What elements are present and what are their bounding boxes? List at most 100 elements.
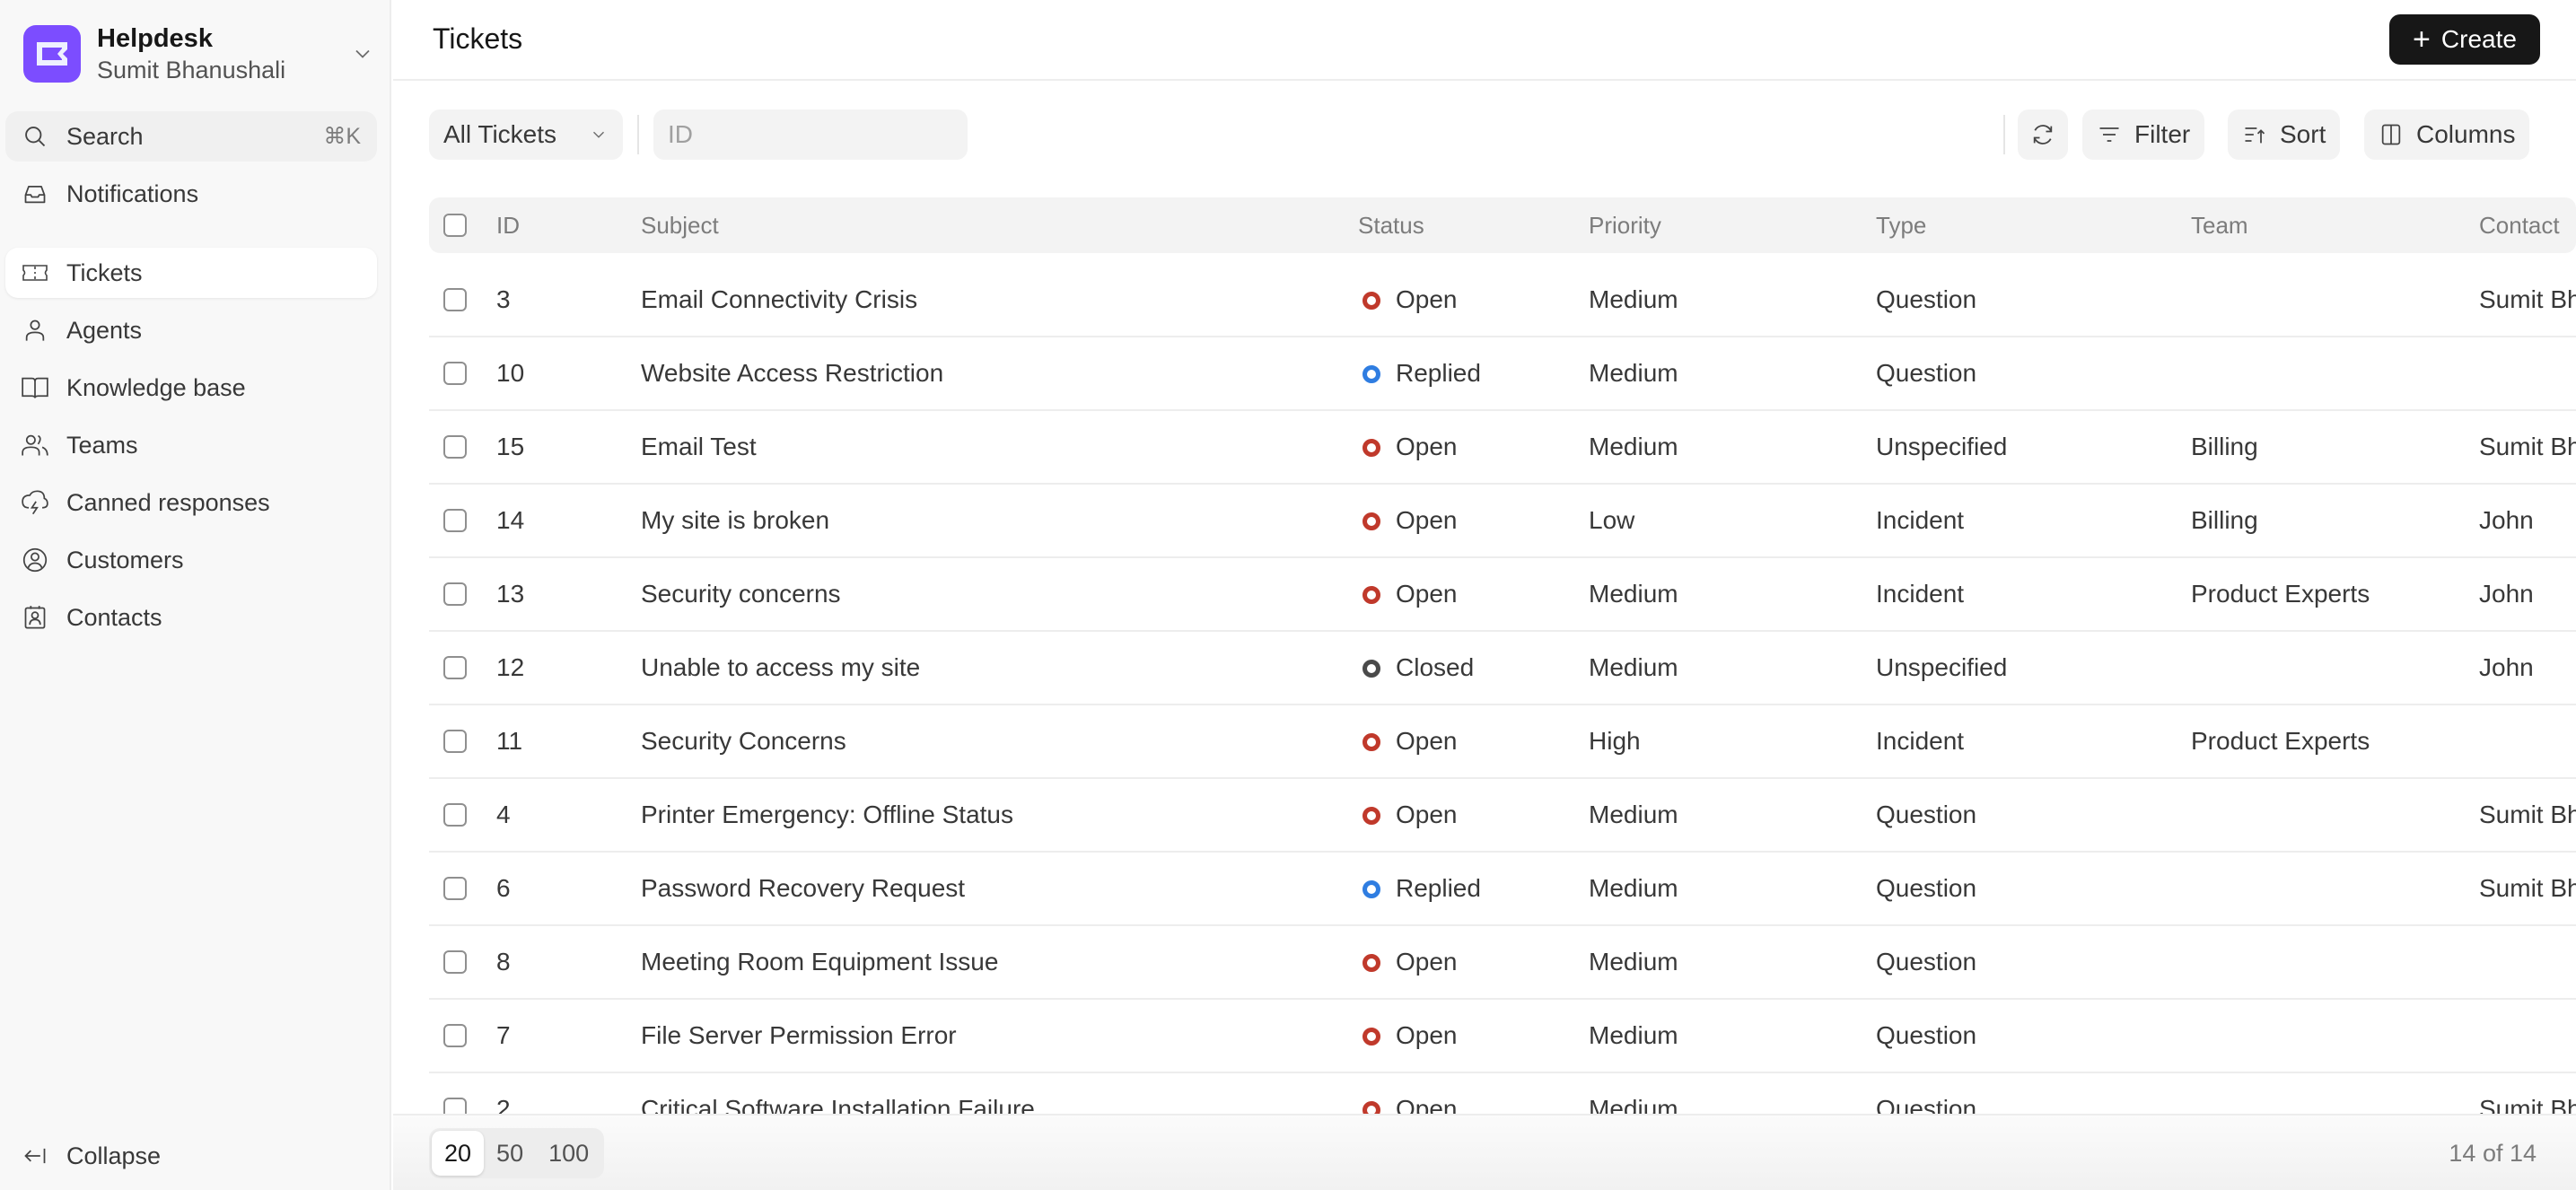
ticket-subject: Website Access Restriction xyxy=(641,359,944,387)
search-label: Search xyxy=(66,122,144,150)
main-content: Tickets + Create All Tickets Filter xyxy=(393,0,2576,1190)
row-checkbox[interactable] xyxy=(443,877,467,900)
ticket-icon xyxy=(22,259,48,286)
table-row[interactable]: 6 Password Recovery Request Replied Medium Q… xyxy=(429,853,2576,926)
ticket-id: 11 xyxy=(496,727,523,755)
select-all-checkbox[interactable] xyxy=(443,214,467,237)
status-indicator-icon xyxy=(1362,954,1380,972)
collapse-sidebar-button[interactable]: Collapse xyxy=(5,1131,377,1181)
ticket-status: Open xyxy=(1396,801,1458,828)
ticket-team: Billing xyxy=(2191,506,2258,534)
ticket-team: Product Experts xyxy=(2191,727,2370,755)
sidebar-item-tickets[interactable]: Tickets xyxy=(5,248,377,298)
row-checkbox[interactable] xyxy=(443,509,467,532)
row-checkbox[interactable] xyxy=(443,656,467,679)
row-checkbox[interactable] xyxy=(443,1098,467,1114)
ticket-subject: File Server Permission Error xyxy=(641,1021,957,1049)
row-checkbox[interactable] xyxy=(443,950,467,974)
view-select[interactable]: All Tickets xyxy=(429,109,623,160)
sidebar-item-canned-responses[interactable]: Canned responses xyxy=(5,477,377,528)
sidebar-item-notifications[interactable]: Notifications xyxy=(5,169,377,219)
table-row[interactable]: 15 Email Test Open Medium Unspecified Billing… xyxy=(429,411,2576,485)
ticket-id: 13 xyxy=(496,580,525,608)
table-row[interactable]: 12 Unable to access my site Closed Medium Un… xyxy=(429,632,2576,705)
status-indicator-icon xyxy=(1362,880,1380,898)
ticket-subject: Printer Emergency: Offline Status xyxy=(641,801,1013,828)
knowledge-base-label: Knowledge base xyxy=(66,373,246,401)
column-header-id[interactable]: ID xyxy=(496,197,520,253)
sidebar-item-customers[interactable]: Customers xyxy=(5,535,377,585)
row-checkbox[interactable] xyxy=(443,435,467,459)
sidebar-item-knowledge-base[interactable]: Knowledge base xyxy=(5,363,377,413)
table-row[interactable]: 2 Critical Software Installation Failure O… xyxy=(429,1073,2576,1114)
table-row[interactable]: 4 Printer Emergency: Offline Status Open Me… xyxy=(429,779,2576,853)
ticket-status: Open xyxy=(1396,433,1458,460)
table-row[interactable]: 7 File Server Permission Error Open Medium Q… xyxy=(429,1000,2576,1073)
table-body: 3 Email Connectivity Crisis Open Medium Ques… xyxy=(429,264,2576,1114)
ticket-type: Question xyxy=(1876,359,1977,387)
workspace-switcher[interactable]: Helpdesk Sumit Bhanushali xyxy=(23,24,375,83)
columns-button[interactable]: Columns xyxy=(2364,109,2530,160)
ticket-id: 10 xyxy=(496,359,525,387)
table-header: ID Subject Status Priority Type Team Con… xyxy=(429,197,2576,253)
row-checkbox[interactable] xyxy=(443,288,467,311)
sidebar-item-agents[interactable]: Agents xyxy=(5,305,377,355)
status-indicator-icon xyxy=(1362,586,1380,604)
ticket-priority: Medium xyxy=(1589,874,1678,902)
sidebar: Helpdesk Sumit Bhanushali Search ⌘K Noti… xyxy=(0,0,391,1190)
status-indicator-icon xyxy=(1362,365,1380,383)
ticket-contact: Sumit Bh xyxy=(2479,801,2576,828)
ticket-subject: Password Recovery Request xyxy=(641,874,966,902)
refresh-button[interactable] xyxy=(2018,109,2068,160)
ticket-contact: John xyxy=(2479,580,2534,608)
row-checkbox[interactable] xyxy=(443,1024,467,1047)
column-header-priority[interactable]: Priority xyxy=(1589,197,1661,253)
ticket-team: Billing xyxy=(2191,433,2258,460)
column-header-team[interactable]: Team xyxy=(2191,197,2248,253)
ticket-priority: Medium xyxy=(1589,801,1678,828)
filter-button[interactable]: Filter xyxy=(2082,109,2205,160)
column-header-subject[interactable]: Subject xyxy=(641,197,719,253)
filter-icon xyxy=(2099,127,2119,142)
page-size-option[interactable]: 50 xyxy=(484,1131,536,1176)
page-size-option[interactable]: 100 xyxy=(536,1131,601,1176)
row-checkbox[interactable] xyxy=(443,582,467,606)
column-header-status[interactable]: Status xyxy=(1358,197,1424,253)
status-indicator-icon xyxy=(1362,733,1380,751)
ticket-contact: John xyxy=(2479,506,2534,534)
ticket-status: Replied xyxy=(1396,359,1481,387)
sort-button[interactable]: Sort xyxy=(2228,109,2341,160)
ticket-team: Product Experts xyxy=(2191,580,2370,608)
sort-icon xyxy=(2245,127,2265,144)
sidebar-item-teams[interactable]: Teams xyxy=(5,420,377,470)
table-row[interactable]: 10 Website Access Restriction Replied Mediu… xyxy=(429,337,2576,411)
row-checkbox[interactable] xyxy=(443,803,467,827)
table-row[interactable]: 14 My site is broken Open Low Incident Billin… xyxy=(429,485,2576,558)
ticket-subject: My site is broken xyxy=(641,506,830,534)
sidebar-search[interactable]: Search ⌘K xyxy=(5,111,377,162)
column-header-type[interactable]: Type xyxy=(1876,197,1926,253)
row-checkbox[interactable] xyxy=(443,730,467,753)
page-size-option[interactable]: 20 xyxy=(432,1131,485,1176)
table-row[interactable]: 13 Security concerns Open Medium Incident Pro… xyxy=(429,558,2576,632)
id-search-input[interactable] xyxy=(653,109,968,160)
sidebar-item-contacts[interactable]: Contacts xyxy=(5,592,377,643)
table-row[interactable]: 3 Email Connectivity Crisis Open Medium Ques… xyxy=(429,264,2576,337)
ticket-id: 6 xyxy=(496,874,511,902)
create-label: Create xyxy=(2440,25,2517,53)
ticket-subject: Security Concerns xyxy=(641,727,846,755)
create-ticket-button[interactable]: + Create xyxy=(2389,14,2540,65)
table-row[interactable]: 8 Meeting Room Equipment Issue Open Medium Q… xyxy=(429,926,2576,1000)
ticket-status: Closed xyxy=(1396,653,1475,681)
ticket-type: Incident xyxy=(1876,727,1965,755)
ticket-status: Open xyxy=(1396,506,1458,534)
ticket-status: Open xyxy=(1396,948,1458,976)
cloud-lightning-icon xyxy=(22,489,48,516)
column-header-contact[interactable]: Contact xyxy=(2479,197,2560,253)
table-row[interactable]: 11 Security Concerns Open High Incident Produ… xyxy=(429,705,2576,779)
ticket-contact: Sumit Bh xyxy=(2479,1095,2576,1114)
ticket-type: Question xyxy=(1876,1021,1977,1049)
ticket-subject: Email Test xyxy=(641,433,757,460)
row-checkbox[interactable] xyxy=(443,362,467,385)
customers-label: Customers xyxy=(66,546,184,573)
